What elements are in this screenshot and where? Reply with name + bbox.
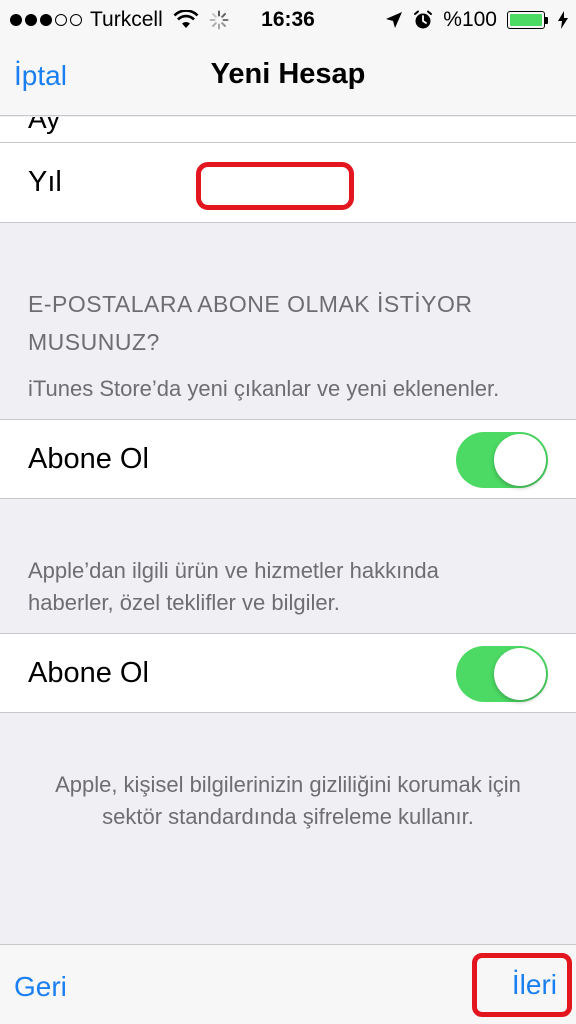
status-right-group: %100 [385, 0, 568, 40]
toggle-knob [494, 648, 546, 700]
page-title: Yeni Hesap [210, 58, 366, 90]
toggle-knob [494, 434, 546, 486]
scroll-content[interactable]: Ay Yıl E-POSTALARA ABONE OLMAK İSTİYOR M… [0, 117, 576, 833]
apple-subscribe-cell: Abone Ol [0, 633, 576, 713]
navigation-bar: İptal Yeni Hesap [0, 40, 576, 116]
year-label: Yıl [28, 166, 62, 198]
itunes-subscribe-label: Abone Ol [28, 442, 149, 475]
alarm-icon [414, 10, 433, 29]
apple-subscribe-toggle[interactable] [456, 646, 548, 702]
back-button[interactable]: Geri [14, 971, 67, 1003]
signal-icon [10, 14, 82, 26]
screen: Turkcell 16:36 %100 İptal Yeni Hesap Ay … [0, 0, 576, 1024]
location-arrow-icon [386, 12, 403, 28]
status-bar: Turkcell 16:36 %100 [0, 0, 576, 40]
itunes-subscribe-cell: Abone Ol [0, 419, 576, 499]
year-cell[interactable]: Yıl [0, 143, 576, 223]
charging-icon [558, 11, 568, 29]
bottom-toolbar: Geri İleri [0, 944, 576, 1024]
itunes-subscribe-toggle[interactable] [456, 432, 548, 488]
privacy-note: Apple, kişisel bilgilerinizin gizliliğin… [55, 772, 521, 829]
next-button-label: İleri [511, 969, 557, 1000]
clipped-cell: Ay [0, 117, 576, 143]
next-button[interactable]: İleri [472, 953, 572, 1017]
wifi-icon [173, 10, 199, 28]
year-field[interactable] [196, 162, 354, 210]
battery-percent: %100 [443, 8, 497, 31]
battery-icon [507, 11, 548, 29]
carrier-name: Turkcell [90, 8, 163, 31]
activity-spinner-icon [209, 10, 229, 30]
battery-level-fill [510, 14, 542, 26]
apple-subscribe-label: Abone Ol [28, 656, 149, 689]
apple-description: Apple’dan ilgili ürün ve hizmetler hakkı… [28, 558, 439, 615]
email-section-header: E-POSTALARA ABONE OLMAK İSTİYOR MUSUNUZ? [28, 291, 473, 355]
itunes-description: iTunes Store’da yeni çıkanlar ve yeni ek… [28, 376, 500, 401]
